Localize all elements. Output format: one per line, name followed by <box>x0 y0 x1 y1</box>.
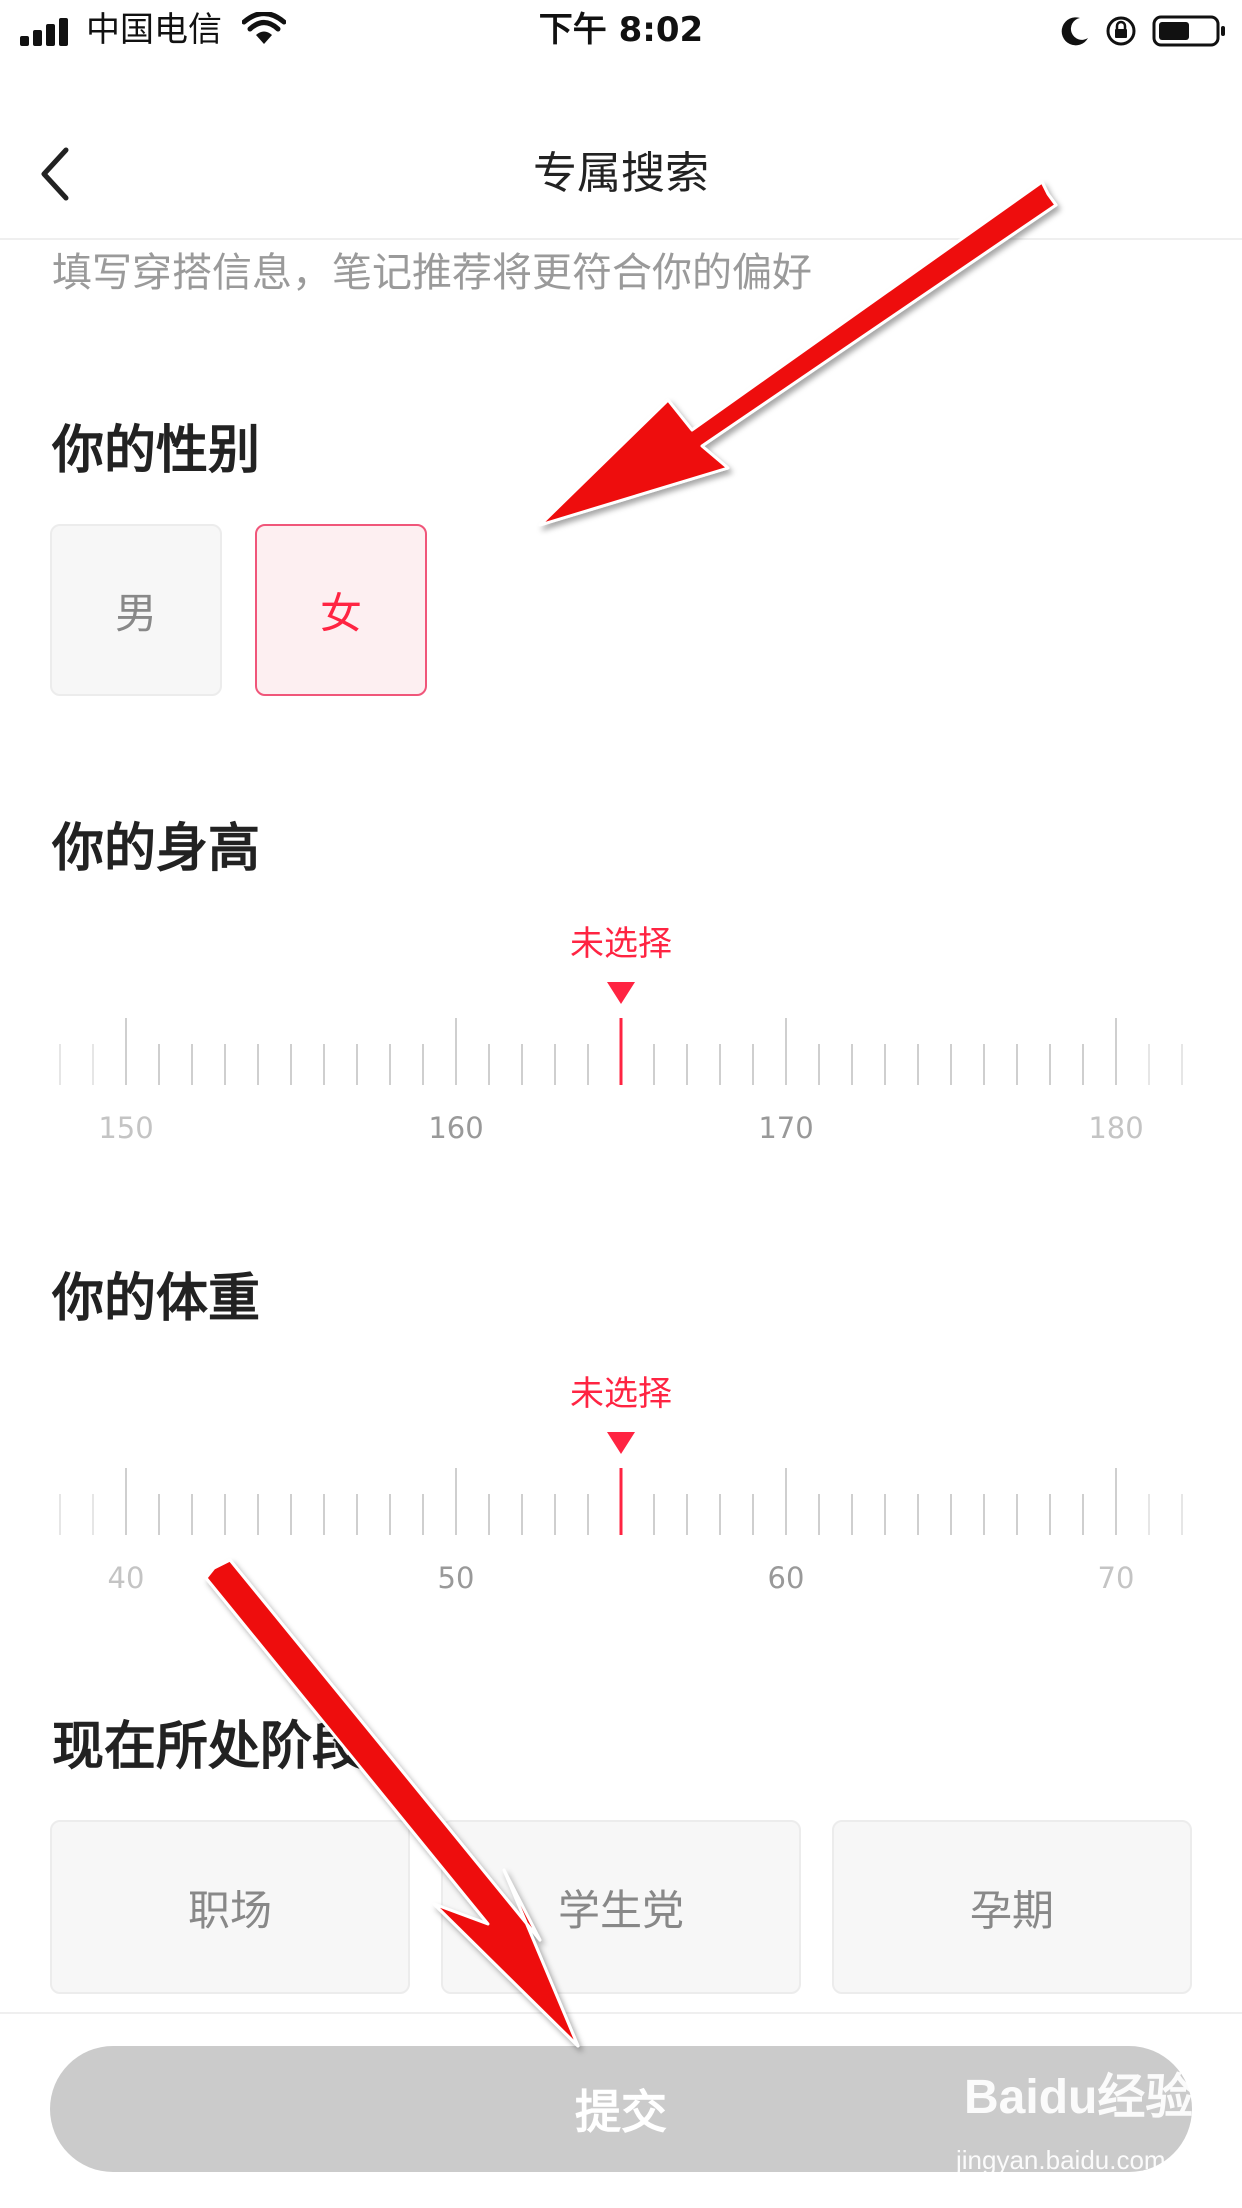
battery-icon <box>1152 15 1225 47</box>
height-heading: 你的身高 <box>52 819 261 879</box>
weight-selection-text: 未选择 <box>570 1374 672 1414</box>
stage-option-workplace[interactable]: 职场 <box>50 1820 410 1994</box>
page-subtitle: 填写穿搭信息，笔记推荐将更符合你的偏好 <box>52 250 812 296</box>
height-pointer-icon <box>607 982 635 1004</box>
ruler-tick-label: 170 <box>758 1111 814 1145</box>
ruler-tick-label: 40 <box>107 1561 145 1595</box>
ruler-tick-label: 60 <box>767 1561 805 1595</box>
rotation-lock-icon <box>1106 16 1136 46</box>
watermark-url: jingyan.baidu.com <box>956 2145 1166 2175</box>
stage-option-label: 学生党 <box>557 1885 684 1935</box>
stage-option-label: 职场 <box>187 1885 272 1935</box>
stage-option-pregnancy[interactable]: 孕期 <box>832 1820 1192 1994</box>
stage-option-label: 孕期 <box>969 1885 1054 1935</box>
page-title: 专属搜索 <box>533 148 709 199</box>
ruler-tick-label: 150 <box>98 1111 154 1145</box>
height-ruler[interactable]: 150 160 170 180 <box>40 1010 1202 1150</box>
weight-heading: 你的体重 <box>52 1269 261 1329</box>
weight-pointer-icon <box>607 1432 635 1454</box>
bottom-divider <box>0 2012 1242 2014</box>
stage-option-student[interactable]: 学生党 <box>441 1820 801 1994</box>
status-time: 下午 8:02 <box>538 10 704 50</box>
height-selection-text: 未选择 <box>570 924 672 964</box>
ruler-tick-label: 70 <box>1097 1561 1135 1595</box>
gender-option-male[interactable]: 男 <box>50 524 222 696</box>
gender-option-label: 男 <box>114 588 157 638</box>
ruler-tick-label: 50 <box>437 1561 475 1595</box>
ruler-ticks <box>59 1018 1183 1085</box>
ruler-tick-label: 180 <box>1088 1111 1144 1145</box>
annotation-arrow-top <box>538 180 1058 527</box>
stage-heading: 现在所处阶段 <box>52 1717 365 1777</box>
gender-option-label: 女 <box>319 588 362 638</box>
watermark-brand: Baidu经验 <box>964 2071 1194 2124</box>
gender-option-female[interactable]: 女 <box>255 524 427 696</box>
ruler-tick-label: 160 <box>428 1111 484 1145</box>
status-bar: 中国电信 下午 8:02 <box>0 0 1242 64</box>
gender-heading: 你的性别 <box>52 421 261 481</box>
baidu-watermark: Baidu经验 jingyan.baidu.com <box>950 2068 1230 2188</box>
nav-divider <box>0 238 1242 240</box>
weight-ruler[interactable]: 40 50 60 70 <box>40 1460 1202 1600</box>
moon-icon <box>1061 17 1088 46</box>
ruler-ticks <box>59 1468 1183 1535</box>
